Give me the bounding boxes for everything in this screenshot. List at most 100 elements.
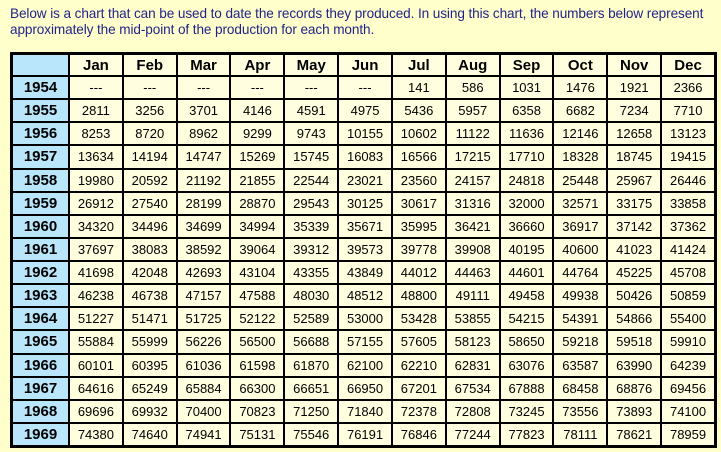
production-number-cell: 21855 bbox=[231, 169, 284, 191]
production-number-cell: 74640 bbox=[123, 423, 176, 445]
production-number-cell: --- bbox=[177, 77, 230, 99]
year-label: 1967 bbox=[13, 377, 68, 399]
production-number-cell: 36660 bbox=[500, 215, 553, 237]
production-number-cell: 21192 bbox=[177, 169, 230, 191]
production-number-cell: 76191 bbox=[339, 423, 391, 445]
production-number-cell: 33858 bbox=[662, 192, 714, 214]
production-number-cell: 46238 bbox=[70, 285, 122, 307]
production-number-cell: 7234 bbox=[608, 100, 661, 122]
production-number-cell: 13123 bbox=[662, 123, 714, 145]
production-number-cell: 2366 bbox=[662, 77, 714, 99]
production-number-cell: 57605 bbox=[392, 331, 445, 353]
production-number-cell: 73893 bbox=[608, 400, 661, 422]
production-number-cell: 59218 bbox=[554, 331, 607, 353]
production-number-cell: 58123 bbox=[446, 331, 499, 353]
production-number-cell: 47157 bbox=[177, 285, 230, 307]
production-number-cell: 50859 bbox=[662, 285, 714, 307]
year-label: 1955 bbox=[13, 100, 68, 122]
production-number-cell: 23560 bbox=[392, 169, 445, 191]
production-number-cell: 43104 bbox=[231, 262, 284, 284]
production-number-cell: 48512 bbox=[339, 285, 391, 307]
production-number-cell: 18745 bbox=[608, 146, 661, 168]
production-number-cell: 25967 bbox=[608, 169, 661, 191]
production-number-cell: 141 bbox=[392, 77, 445, 99]
production-number-cell: 34496 bbox=[123, 215, 176, 237]
production-number-cell: 44764 bbox=[554, 262, 607, 284]
production-number-cell: 33175 bbox=[608, 192, 661, 214]
production-number-cell: 46738 bbox=[123, 285, 176, 307]
table-row: 1960 34320 34496 34699 34994 35339 35671 35995 3… bbox=[13, 215, 714, 237]
year-label: 1962 bbox=[13, 262, 68, 284]
year-label: 1954 bbox=[13, 77, 68, 99]
production-number-cell: 48800 bbox=[392, 285, 445, 307]
production-number-cell: 62831 bbox=[446, 354, 499, 376]
year-label: 1964 bbox=[13, 308, 68, 330]
production-number-cell: 42048 bbox=[123, 262, 176, 284]
production-number-cell: 70823 bbox=[231, 400, 284, 422]
production-number-cell: 39573 bbox=[339, 238, 391, 260]
production-number-cell: 29543 bbox=[285, 192, 338, 214]
production-number-cell: 75131 bbox=[231, 423, 284, 445]
production-number-cell: 53428 bbox=[392, 308, 445, 330]
production-number-cell: 40600 bbox=[554, 238, 607, 260]
production-number-cell: 73245 bbox=[500, 400, 553, 422]
production-number-cell: 31316 bbox=[446, 192, 499, 214]
production-number-cell: 66300 bbox=[231, 377, 284, 399]
production-number-cell: 19415 bbox=[662, 146, 714, 168]
production-number-cell: 49458 bbox=[500, 285, 553, 307]
month-header-mar: Mar bbox=[177, 55, 230, 75]
production-number-cell: 67201 bbox=[392, 377, 445, 399]
table-row: 1962 41698 42048 42693 43104 43355 43849 44012 4… bbox=[13, 262, 714, 284]
production-number-cell: 9299 bbox=[231, 123, 284, 145]
production-number-cell: 32000 bbox=[500, 192, 553, 214]
table-row: 1967 64616 65249 65884 66300 66651 66950 67201 6… bbox=[13, 377, 714, 399]
production-number-cell: --- bbox=[231, 77, 284, 99]
production-number-cell: 10155 bbox=[339, 123, 391, 145]
production-number-cell: 9743 bbox=[285, 123, 338, 145]
production-number-cell: 5436 bbox=[392, 100, 445, 122]
production-number-cell: 34320 bbox=[70, 215, 122, 237]
production-number-cell: 12658 bbox=[608, 123, 661, 145]
table-row: 1968 69696 69932 70400 70823 71250 71840 72378 7… bbox=[13, 400, 714, 422]
production-number-cell: 40195 bbox=[500, 238, 553, 260]
year-label: 1965 bbox=[13, 331, 68, 353]
table-row: 1963 46238 46738 47157 47588 48030 48512 48800 4… bbox=[13, 285, 714, 307]
production-number-cell: 14194 bbox=[123, 146, 176, 168]
production-number-cell: --- bbox=[70, 77, 122, 99]
table-row: 1959 26912 27540 28199 28870 29543 30125 30617 3… bbox=[13, 192, 714, 214]
production-number-cell: 61598 bbox=[231, 354, 284, 376]
production-number-cell: 50426 bbox=[608, 285, 661, 307]
month-header-feb: Feb bbox=[123, 55, 176, 75]
production-number-cell: 41023 bbox=[608, 238, 661, 260]
production-number-cell: 69696 bbox=[70, 400, 122, 422]
production-number-table: Jan Feb Mar Apr May Jun Jul Aug Sep Oct Nov Dec 195… bbox=[11, 53, 716, 447]
production-number-cell: 41698 bbox=[70, 262, 122, 284]
intro-text: Below is a chart that can be used to dat… bbox=[10, 6, 704, 37]
production-number-cell: 8253 bbox=[70, 123, 122, 145]
production-number-cell: 66651 bbox=[285, 377, 338, 399]
production-number-cell: 72808 bbox=[446, 400, 499, 422]
year-label: 1960 bbox=[13, 215, 68, 237]
production-number-cell: 1031 bbox=[500, 77, 553, 99]
production-number-cell: 54215 bbox=[500, 308, 553, 330]
production-number-cell: 17215 bbox=[446, 146, 499, 168]
production-number-cell: 39778 bbox=[392, 238, 445, 260]
production-number-cell: 10602 bbox=[392, 123, 445, 145]
year-label: 1963 bbox=[13, 285, 68, 307]
production-number-cell: --- bbox=[123, 77, 176, 99]
production-number-cell: 36421 bbox=[446, 215, 499, 237]
production-number-cell: 52122 bbox=[231, 308, 284, 330]
production-number-cell: 44012 bbox=[392, 262, 445, 284]
production-number-cell: 62100 bbox=[339, 354, 391, 376]
production-number-cell: 34994 bbox=[231, 215, 284, 237]
month-header-apr: Apr bbox=[231, 55, 284, 75]
production-number-cell: 74941 bbox=[177, 423, 230, 445]
production-number-cell: 17710 bbox=[500, 146, 553, 168]
production-number-cell: 67534 bbox=[446, 377, 499, 399]
production-number-cell: 25448 bbox=[554, 169, 607, 191]
production-number-cell: 65884 bbox=[177, 377, 230, 399]
production-number-cell: 39312 bbox=[285, 238, 338, 260]
production-number-cell: 36917 bbox=[554, 215, 607, 237]
month-header-jun: Jun bbox=[339, 55, 391, 75]
month-header-dec: Dec bbox=[662, 55, 714, 75]
